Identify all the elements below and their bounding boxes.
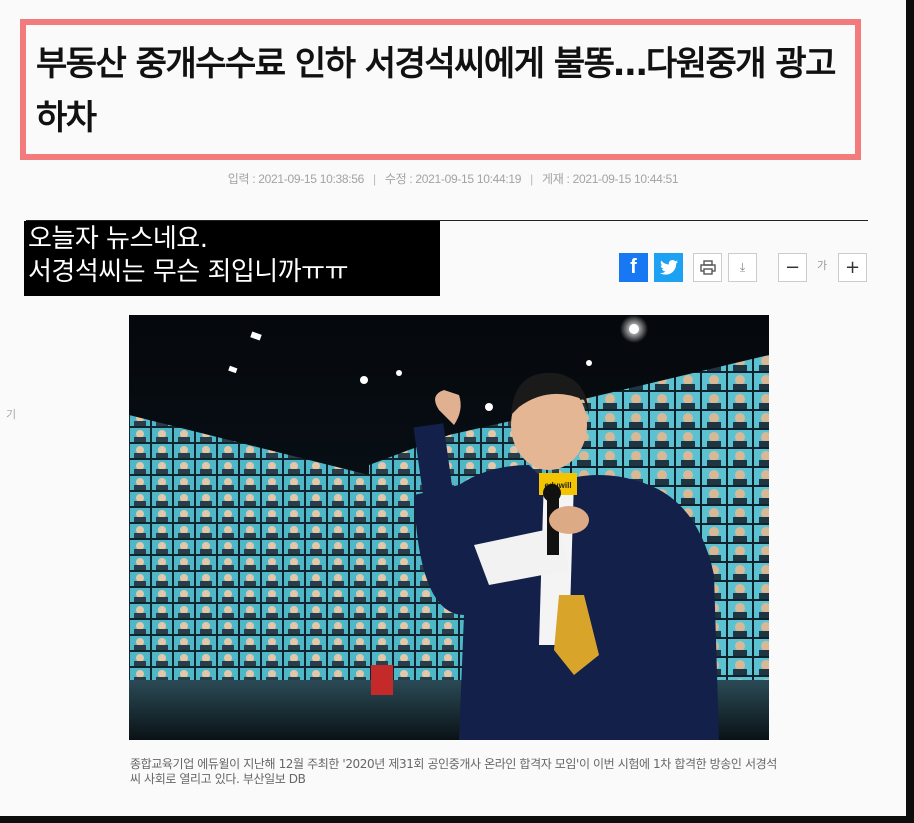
- download-button[interactable]: ⤓: [728, 253, 757, 282]
- printer-icon: [699, 260, 716, 275]
- minus-icon: −: [784, 257, 801, 278]
- font-size-label: 가: [816, 259, 828, 272]
- published-time: 게재 : 2021-09-15 10:44:51: [541, 172, 679, 186]
- print-button[interactable]: [693, 253, 722, 282]
- overlay-line-2: 서경석씨는 무슨 죄입니까ㅠㅠ: [28, 257, 349, 287]
- facebook-share-button[interactable]: f: [619, 253, 648, 282]
- article-page: 부동산 중개수수료 인하 서경석씨에게 불똥…다원중개 광고하차 입력 : 20…: [0, 0, 906, 816]
- download-icon: ⤓: [739, 260, 746, 274]
- meta-separator: |: [373, 172, 376, 186]
- font-increase-button[interactable]: +: [838, 253, 867, 282]
- article-timestamps: 입력 : 2021-09-15 10:38:56 | 수정 : 2021-09-15…: [0, 170, 906, 187]
- meta-separator: |: [530, 172, 533, 186]
- facebook-icon: f: [630, 256, 637, 278]
- article-photo: eduwill: [129, 315, 769, 740]
- font-decrease-button[interactable]: −: [778, 253, 807, 282]
- twitter-share-button[interactable]: [654, 253, 683, 282]
- overlay-line-1: 오늘자 뉴스네요.: [28, 224, 208, 254]
- modified-time: 수정 : 2021-09-15 10:44:19: [384, 172, 522, 186]
- photo-caption: 종합교육기업 에듀윌이 지난해 12월 주최한 '2020년 제31회 공인중개…: [130, 757, 777, 786]
- article-headline: 부동산 중개수수료 인하 서경석씨에게 불똥…다원중개 광고하차: [36, 44, 836, 138]
- twitter-icon: [659, 260, 678, 275]
- input-time: 입력 : 2021-09-15 10:38:56: [227, 172, 365, 186]
- photo-illustration: eduwill: [129, 315, 769, 740]
- headline-highlight-box: 부동산 중개수수료 인하 서경석씨에게 불똥…다원중개 광고하차: [20, 19, 861, 160]
- user-comment-overlay: 오늘자 뉴스네요. 서경석씨는 무슨 죄입니까ㅠㅠ: [24, 221, 440, 296]
- plus-icon: +: [844, 257, 861, 278]
- side-fragment: 기: [6, 408, 17, 421]
